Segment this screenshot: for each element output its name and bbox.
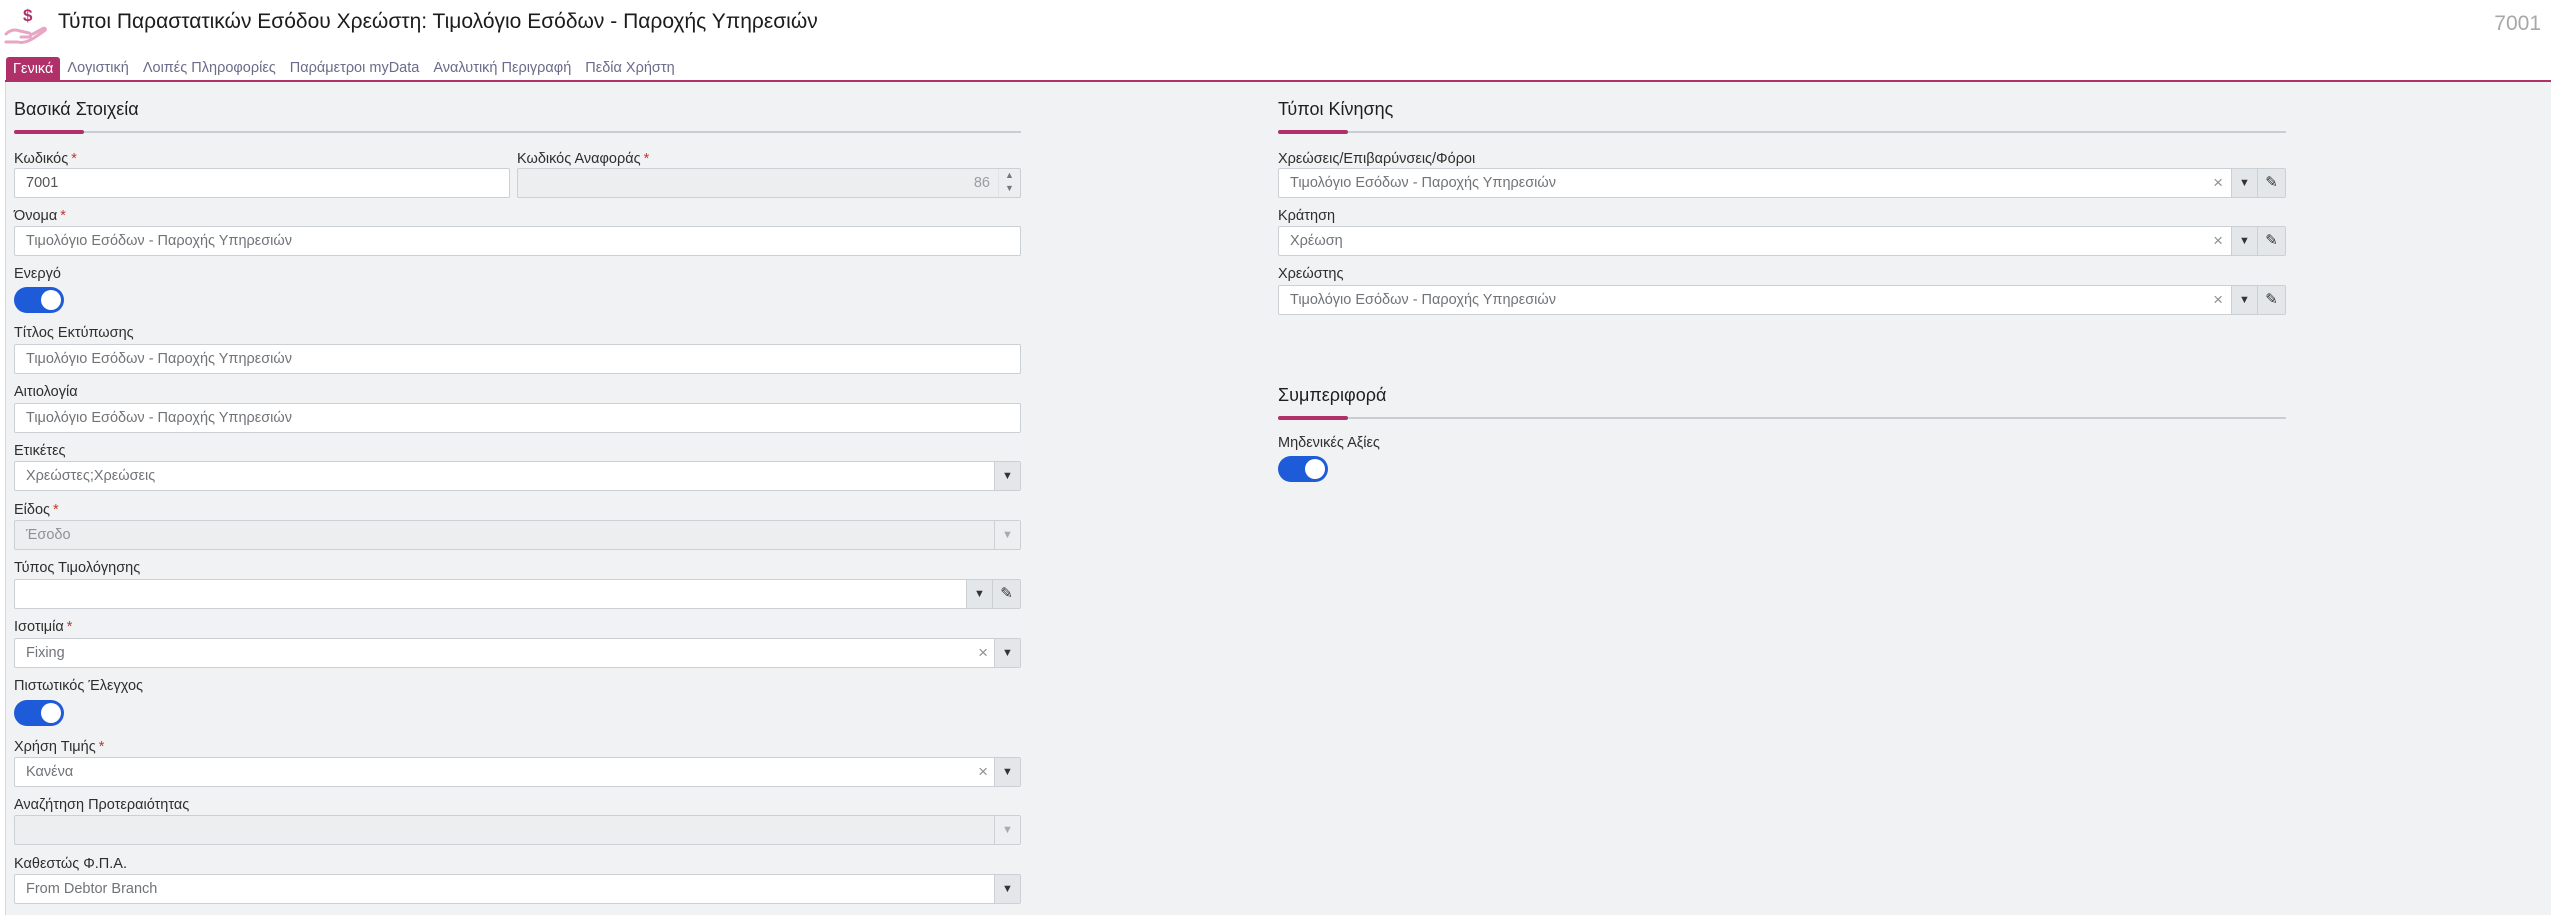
reservation-select[interactable]: Χρέωση × ▼ ✎: [1278, 226, 2286, 256]
chevron-down-icon[interactable]: ▼: [994, 639, 1020, 667]
required-marker: *: [71, 151, 77, 167]
chevron-down-icon[interactable]: ▼: [2231, 169, 2257, 197]
edit-icon[interactable]: ✎: [2257, 169, 2285, 197]
tab-detailed-description[interactable]: Αναλυτική Περιγραφή: [426, 57, 578, 81]
active-toggle[interactable]: [14, 287, 64, 313]
charges-label: Χρεώσεις/Επιβαρύνσεις/Φόροι: [1278, 151, 1476, 167]
parity-label: Ισοτιμία *: [14, 619, 73, 635]
name-input[interactable]: Τιμολόγιο Εσόδων - Παροχής Υπηρεσιών: [14, 226, 1021, 256]
section-divider: [1278, 131, 2286, 133]
price-use-select[interactable]: Κανένα × ▼: [14, 757, 1021, 787]
priority-search-label: Αναζήτηση Προτεραιότητας: [14, 797, 190, 813]
credit-check-toggle[interactable]: [14, 700, 64, 726]
edit-icon[interactable]: ✎: [2257, 286, 2285, 314]
zero-values-toggle[interactable]: [1278, 456, 1328, 482]
tab-mydata-params[interactable]: Παράμετροι myData: [283, 57, 427, 81]
reason-input[interactable]: Τιμολόγιο Εσόδων - Παροχής Υπηρεσιών: [14, 403, 1021, 433]
svg-text:$: $: [23, 6, 33, 25]
clear-icon[interactable]: ×: [2213, 286, 2223, 314]
parity-select[interactable]: Fixing × ▼: [14, 638, 1021, 668]
zero-values-label: Μηδενικές Αξίες: [1278, 435, 1380, 451]
code-input[interactable]: 7001: [14, 168, 510, 198]
tab-other-info[interactable]: Λοιπές Πληροφορίες: [136, 57, 283, 81]
form-content: Βασικά Στοιχεία Κωδικός * 7001 Κωδικός Αν…: [5, 82, 2551, 915]
kind-label: Είδος *: [14, 502, 59, 518]
vat-status-label: Καθεστώς Φ.Π.Α.: [14, 856, 128, 872]
clear-icon[interactable]: ×: [2213, 169, 2223, 197]
print-title-label: Τίτλος Εκτύπωσης: [14, 325, 134, 341]
clear-icon[interactable]: ×: [978, 639, 988, 667]
required-marker: *: [643, 151, 650, 167]
ref-code-input[interactable]: 86 ▲ ▼: [517, 168, 1021, 198]
chevron-down-icon[interactable]: ▼: [994, 875, 1020, 903]
charges-select[interactable]: Τιμολόγιο Εσόδων - Παροχής Υπηρεσιών × ▼…: [1278, 168, 2286, 198]
print-title-input[interactable]: Τιμολόγιο Εσόδων - Παροχής Υπηρεσιών: [14, 344, 1021, 374]
required-marker: *: [53, 502, 59, 518]
tags-label: Ετικέτες: [14, 443, 66, 459]
section-accent: [1278, 416, 1348, 420]
tab-general[interactable]: Γενικά: [6, 57, 61, 81]
section-title-basic: Βασικά Στοιχεία: [14, 99, 139, 119]
stepper-up-icon[interactable]: ▲: [999, 169, 1020, 182]
chevron-down-icon[interactable]: ▼: [994, 462, 1020, 490]
section-divider: [14, 131, 1021, 133]
section-title-movement: Τύποι Κίνησης: [1278, 99, 1394, 119]
code-label: Κωδικός *: [14, 151, 77, 167]
number-stepper[interactable]: ▲ ▼: [998, 169, 1020, 197]
required-marker: *: [60, 208, 66, 224]
reservation-label: Κράτηση: [1278, 208, 1336, 224]
kind-select[interactable]: Έσοδο ▼: [14, 520, 1021, 550]
invoice-type-select[interactable]: ▼ ✎: [14, 579, 1021, 609]
price-use-label: Χρήση Τιμής *: [14, 739, 105, 755]
required-marker: *: [66, 619, 73, 635]
section-accent: [14, 130, 84, 134]
section-title-behavior: Συμπεριφορά: [1278, 385, 1387, 405]
tags-select[interactable]: Χρεώστες;Χρεώσεις ▼: [14, 461, 1021, 491]
debtor-select[interactable]: Τιμολόγιο Εσόδων - Παροχής Υπηρεσιών × ▼…: [1278, 285, 2286, 315]
active-label: Ενεργό: [14, 266, 61, 282]
clear-icon[interactable]: ×: [978, 758, 988, 786]
ref-code-label: Κωδικός Αναφοράς *: [517, 151, 650, 167]
priority-search-select[interactable]: ▼: [14, 815, 1021, 845]
chevron-down-icon[interactable]: ▼: [966, 580, 992, 608]
tab-bar: Γενικά Λογιστική Λοιπές Πληροφορίες Παρά…: [6, 57, 682, 81]
clear-icon[interactable]: ×: [2213, 227, 2223, 255]
name-label: Όνομα *: [14, 208, 66, 224]
chevron-down-icon[interactable]: ▼: [994, 521, 1020, 549]
hand-dollar-icon: $: [4, 6, 47, 44]
section-divider: [1278, 417, 2286, 419]
chevron-down-icon[interactable]: ▼: [994, 758, 1020, 786]
record-id: 7001: [2494, 12, 2541, 35]
chevron-down-icon[interactable]: ▼: [2231, 286, 2257, 314]
invoice-type-label: Τύπος Τιμολόγησης: [14, 560, 141, 576]
edit-icon[interactable]: ✎: [992, 580, 1020, 608]
reason-label: Αιτιολογία: [14, 384, 78, 400]
vat-status-select[interactable]: From Debtor Branch ▼: [14, 874, 1021, 904]
tab-user-fields[interactable]: Πεδία Χρήστη: [578, 57, 681, 81]
edit-icon[interactable]: ✎: [2257, 227, 2285, 255]
chevron-down-icon[interactable]: ▼: [994, 816, 1020, 844]
stepper-down-icon[interactable]: ▼: [999, 182, 1020, 195]
chevron-down-icon[interactable]: ▼: [2231, 227, 2257, 255]
required-marker: *: [98, 739, 105, 755]
page-title: Τύποι Παραστατικών Εσόδου Χρεώστη: Τιμολ…: [58, 10, 818, 33]
debtor-label: Χρεώστης: [1278, 266, 1344, 282]
page-header: $ Τύποι Παραστατικών Εσόδου Χρεώστη: Τιμ…: [0, 0, 2551, 52]
credit-check-label: Πιστωτικός Έλεγχος: [14, 678, 143, 694]
tab-accounting[interactable]: Λογιστική: [60, 57, 135, 81]
section-accent: [1278, 130, 1348, 134]
